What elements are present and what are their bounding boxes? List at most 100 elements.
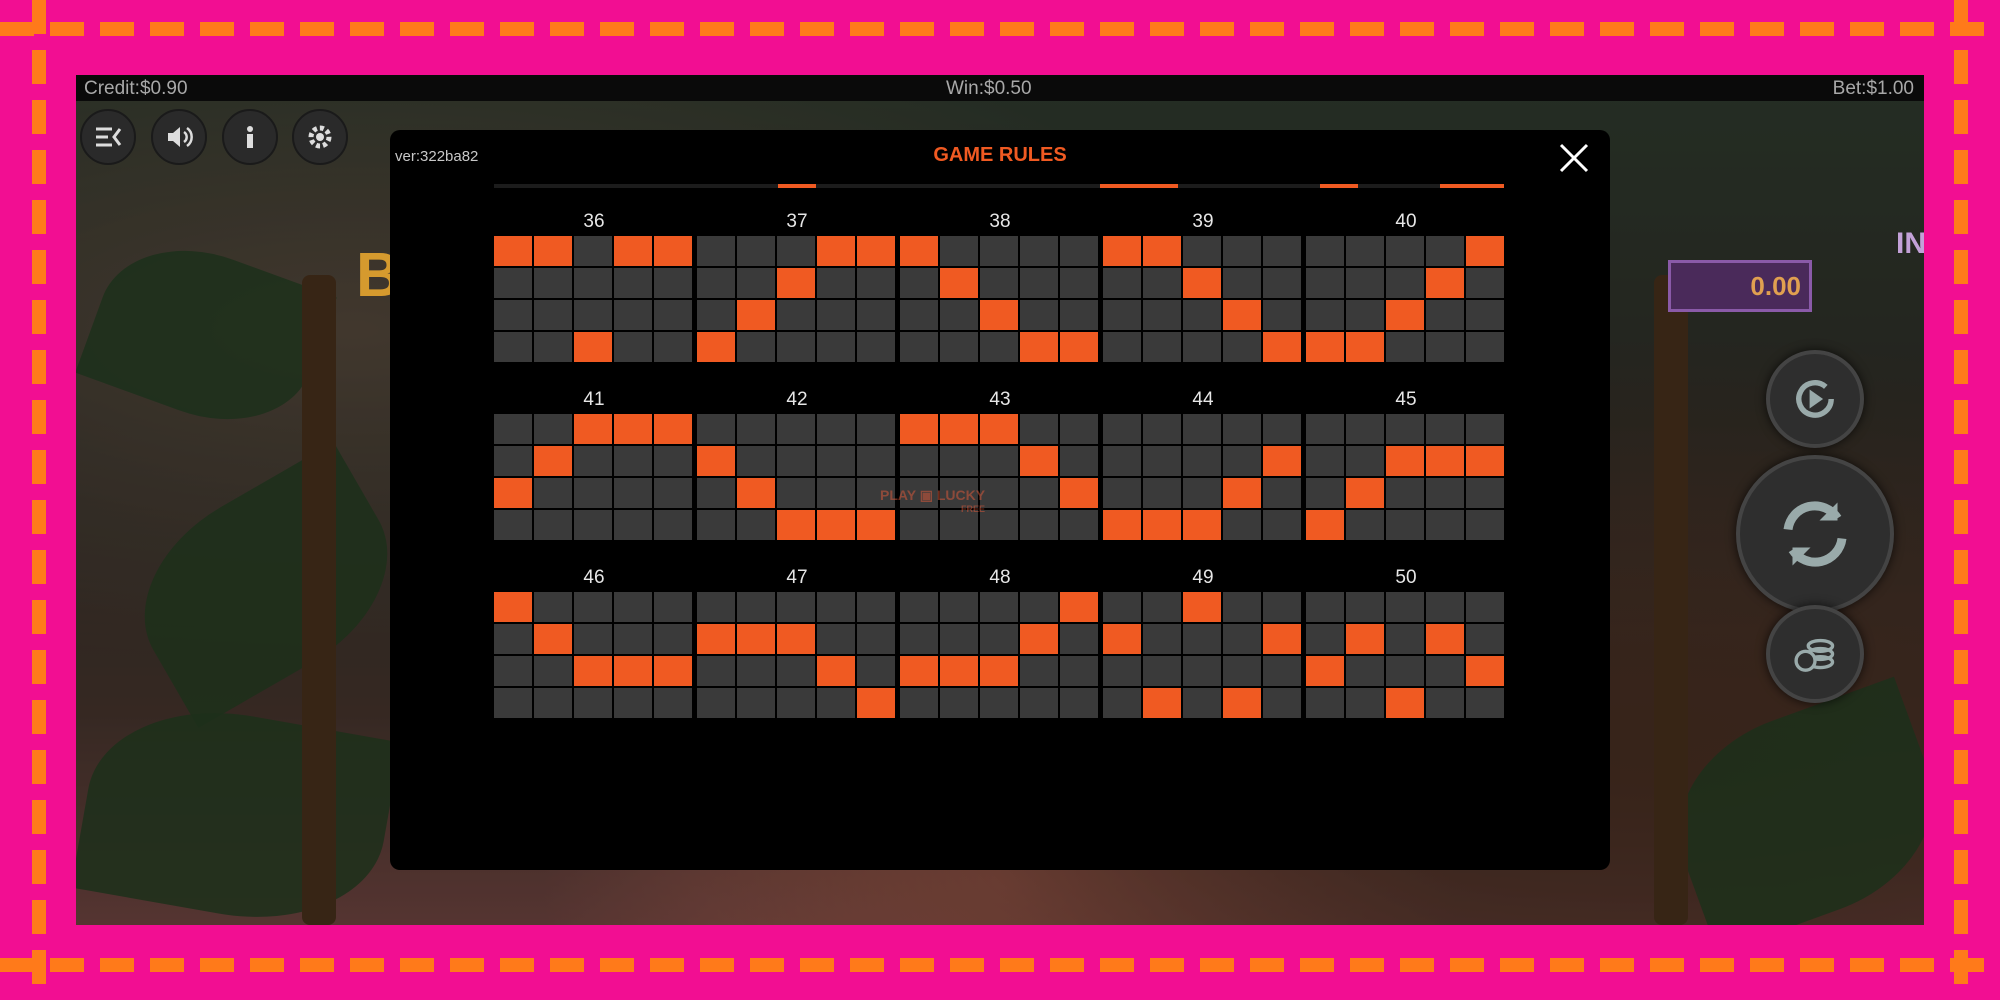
payline-47: 47 bbox=[697, 566, 897, 718]
payline-cell-active bbox=[534, 624, 572, 654]
payline-cell-active bbox=[1223, 300, 1261, 330]
payline-cell-active bbox=[980, 414, 1018, 444]
jackpot-amount: 0.00 bbox=[1668, 260, 1812, 312]
payline-cell bbox=[1223, 236, 1261, 266]
info-button[interactable] bbox=[222, 109, 278, 165]
payline-cell-active bbox=[980, 656, 1018, 686]
payline-cell bbox=[1020, 236, 1058, 266]
spin-button[interactable] bbox=[1736, 455, 1894, 613]
payline-42: 42 bbox=[697, 388, 897, 540]
payline-cell bbox=[574, 446, 612, 476]
settings-button[interactable] bbox=[292, 109, 348, 165]
payline-cell bbox=[614, 624, 652, 654]
payline-46: 46 bbox=[494, 566, 694, 718]
jungle-leaf bbox=[76, 222, 337, 448]
payline-cell bbox=[1346, 414, 1384, 444]
payline-cell-active bbox=[1306, 510, 1344, 540]
payline-cell bbox=[697, 236, 735, 266]
payline-cell bbox=[1103, 688, 1141, 718]
payline-number: 46 bbox=[583, 567, 605, 588]
frame-dash-top bbox=[0, 22, 2000, 36]
payline-cell bbox=[574, 688, 612, 718]
payline-cell bbox=[900, 268, 938, 298]
payline-cell-active bbox=[1466, 446, 1504, 476]
payline-cell bbox=[900, 446, 938, 476]
payline-number: 40 bbox=[1395, 211, 1417, 232]
payline-cell-active bbox=[980, 300, 1018, 330]
payline-cell bbox=[654, 510, 692, 540]
frame-dash-right bbox=[1954, 0, 1968, 1000]
payline-cell bbox=[817, 300, 855, 330]
payline-cell bbox=[1183, 300, 1221, 330]
payline-cell bbox=[1263, 236, 1301, 266]
payline-cell bbox=[654, 446, 692, 476]
payline-cell bbox=[1103, 446, 1141, 476]
payline-number: 39 bbox=[1192, 211, 1214, 232]
payline-50: 50 bbox=[1306, 566, 1506, 718]
payline-cell bbox=[1223, 592, 1261, 622]
payline-cell bbox=[1183, 688, 1221, 718]
payline-cell-active bbox=[817, 236, 855, 266]
payline-cell bbox=[857, 268, 895, 298]
payline-cell bbox=[1426, 510, 1464, 540]
payline-cell bbox=[980, 446, 1018, 476]
payline-40: 40 bbox=[1306, 210, 1506, 362]
payline-cell bbox=[1466, 300, 1504, 330]
payline-pattern bbox=[1306, 414, 1506, 540]
payline-cell bbox=[857, 656, 895, 686]
payline-cell bbox=[1103, 300, 1141, 330]
payline-cell-active bbox=[737, 300, 775, 330]
payline-cell bbox=[697, 300, 735, 330]
payline-43: 43 bbox=[900, 388, 1100, 540]
sound-button[interactable] bbox=[151, 109, 207, 165]
payline-cell bbox=[614, 268, 652, 298]
payline-cell bbox=[1223, 332, 1261, 362]
payline-cell-active bbox=[574, 332, 612, 362]
bet-display: Bet:$1.00 bbox=[1832, 78, 1914, 99]
payline-cell bbox=[1020, 592, 1058, 622]
payline-cell-active bbox=[817, 510, 855, 540]
payline-cell-active bbox=[1346, 478, 1384, 508]
payline-cell-active bbox=[494, 478, 532, 508]
payline-cell bbox=[534, 300, 572, 330]
payline-cell-active bbox=[697, 446, 735, 476]
payline-cell bbox=[494, 332, 532, 362]
payline-cell bbox=[1223, 510, 1261, 540]
payline-39: 39 bbox=[1103, 210, 1303, 362]
payline-cell bbox=[1060, 510, 1098, 540]
autoplay-button[interactable] bbox=[1766, 350, 1864, 448]
payline-cell bbox=[1346, 656, 1384, 686]
previous-paylines-edge bbox=[494, 184, 1504, 188]
payline-number: 48 bbox=[989, 567, 1011, 588]
payline-cell-active bbox=[1223, 478, 1261, 508]
payline-cell bbox=[1386, 268, 1424, 298]
payline-cell bbox=[654, 624, 692, 654]
jungle-leaf bbox=[1649, 676, 1924, 925]
payline-cell bbox=[737, 414, 775, 444]
payline-cell-active bbox=[900, 656, 938, 686]
payline-cell bbox=[1183, 446, 1221, 476]
payline-cell bbox=[1223, 446, 1261, 476]
payline-cell bbox=[1263, 414, 1301, 444]
payline-cell bbox=[940, 624, 978, 654]
bet-button[interactable] bbox=[1766, 605, 1864, 703]
payline-cell bbox=[1143, 624, 1181, 654]
payline-cell bbox=[1426, 688, 1464, 718]
payline-cell-active bbox=[654, 236, 692, 266]
payline-cell bbox=[857, 414, 895, 444]
spin-icon bbox=[1783, 501, 1847, 567]
payline-cell bbox=[1426, 478, 1464, 508]
menu-button[interactable] bbox=[80, 109, 136, 165]
payline-cell bbox=[980, 268, 1018, 298]
payline-cell bbox=[1466, 332, 1504, 362]
payline-cell-active bbox=[857, 688, 895, 718]
payline-cell bbox=[1060, 624, 1098, 654]
payline-pattern bbox=[494, 592, 694, 718]
payline-cell-active bbox=[614, 414, 652, 444]
payline-cell bbox=[614, 446, 652, 476]
sound-icon bbox=[168, 126, 193, 148]
payline-cell bbox=[1060, 446, 1098, 476]
payline-cell bbox=[654, 592, 692, 622]
close-icon[interactable] bbox=[1556, 140, 1592, 176]
payline-cell-active bbox=[857, 236, 895, 266]
